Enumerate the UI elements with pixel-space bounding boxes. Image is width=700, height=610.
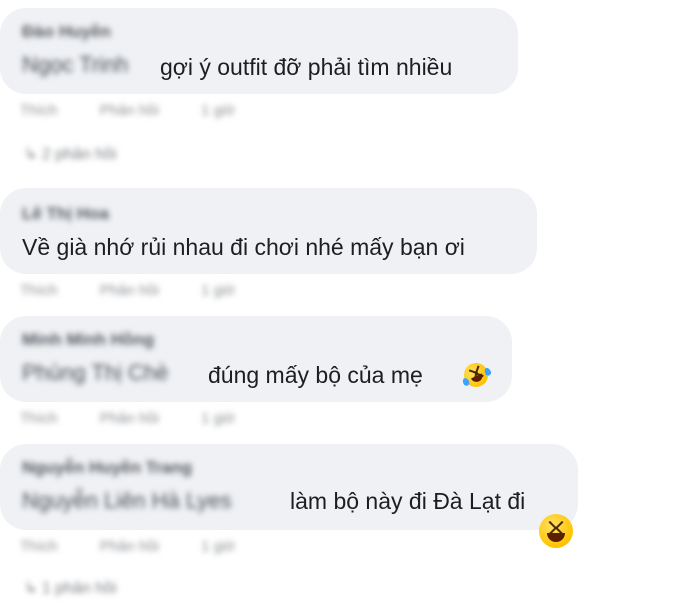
comment-actions: Thích Phản hồi 1 giờ — [20, 102, 273, 119]
comment-timestamp: 1 giờ — [201, 410, 236, 427]
comment-text: Về già nhớ rủi nhau đi chơi nhé mấy bạn … — [22, 234, 465, 260]
like-link[interactable]: Thích — [20, 410, 58, 427]
comment-text: gợi ý outfit đỡ phải tìm nhiều — [160, 54, 453, 80]
comment-actions: Thích Phản hồi 1 giờ — [20, 538, 273, 555]
reply-link[interactable]: Phản hồi — [100, 538, 159, 555]
reply-arrow-icon: ↳ — [24, 146, 42, 163]
comment-bubble — [0, 444, 578, 530]
like-link[interactable]: Thích — [20, 282, 58, 299]
comment-mention[interactable]: Ngọc Trinh — [22, 52, 128, 78]
view-replies-link[interactable]: ↳ 2 phản hồi — [24, 144, 117, 164]
comment-thread: Đào Huyền Ngọc Trinh gợi ý outfit đỡ phả… — [0, 0, 700, 610]
replies-count: 1 phản hồi — [41, 580, 117, 597]
reply-link[interactable]: Phản hồi — [100, 410, 159, 427]
reply-link[interactable]: Phản hồi — [100, 102, 159, 119]
like-link[interactable]: Thích — [20, 538, 58, 555]
comment-actions: Thích Phản hồi 1 giờ — [20, 282, 273, 299]
comment-bubble — [0, 316, 512, 402]
grinning-squinting-face-icon — [539, 514, 573, 548]
view-replies-link[interactable]: ↳ 1 phản hồi — [24, 578, 117, 598]
comment-author[interactable]: Minh Minh Hồng — [22, 330, 154, 350]
comment-actions: Thích Phản hồi 1 giờ — [20, 410, 273, 427]
comment-timestamp: 1 giờ — [201, 102, 236, 119]
comment-author[interactable]: Nguyễn Huyền Trang — [22, 458, 192, 478]
comment-bubble — [0, 188, 537, 274]
comment-text: làm bộ này đi Đà Lạt đi — [290, 488, 526, 514]
comment-author[interactable]: Đào Huyền — [22, 22, 111, 42]
reply-link[interactable]: Phản hồi — [100, 282, 159, 299]
comment-text: đúng mấy bộ của mẹ — [208, 362, 423, 388]
comment-author[interactable]: Lê Thị Hoa — [22, 204, 109, 224]
reply-arrow-icon: ↳ — [24, 580, 42, 597]
comment-mention[interactable]: Phùng Thị Chè — [22, 360, 168, 386]
comment-timestamp: 1 giờ — [201, 538, 236, 555]
replies-count: 2 phản hồi — [41, 146, 117, 163]
comment-bubble — [0, 8, 518, 94]
comment-timestamp: 1 giờ — [201, 282, 236, 299]
like-link[interactable]: Thích — [20, 102, 58, 119]
comment-mention[interactable]: Nguyễn Liên Hà Lyes — [22, 488, 232, 514]
